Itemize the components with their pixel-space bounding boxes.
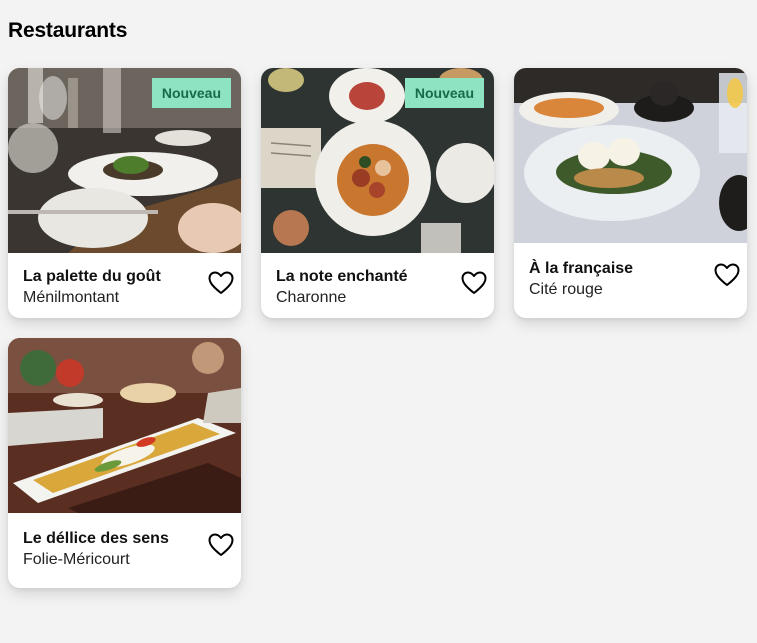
heart-outline-icon[interactable] (714, 263, 740, 287)
restaurant-photo (8, 338, 241, 513)
restaurant-info: La note enchanté Charonne (261, 253, 494, 318)
restaurant-photo-image (514, 68, 747, 243)
restaurant-area: Ménilmontant (23, 289, 120, 306)
restaurant-info: La palette du goût Ménilmontant (8, 253, 241, 318)
restaurants-page: Restaurants Nouveau La palette du goût M… (0, 0, 757, 643)
restaurant-area: Folie-Méricourt (23, 551, 130, 568)
new-badge: Nouveau (404, 78, 484, 108)
restaurant-info: Le déllice des sens Folie-Méricourt (8, 513, 241, 588)
restaurant-photo-image (8, 338, 241, 513)
restaurant-name: La note enchanté (276, 268, 408, 285)
restaurant-grid: Nouveau La palette du goût Ménilmontant (8, 68, 747, 588)
restaurant-photo: Nouveau (8, 68, 241, 253)
restaurant-name: Le déllice des sens (23, 530, 169, 547)
restaurant-area: Cité rouge (529, 281, 603, 298)
heart-outline-icon[interactable] (208, 271, 234, 295)
restaurant-name: À la française (529, 260, 634, 277)
restaurant-photo (514, 68, 747, 243)
heart-outline-icon[interactable] (208, 533, 234, 557)
new-badge: Nouveau (151, 78, 231, 108)
restaurant-area: Charonne (276, 289, 347, 306)
restaurant-card[interactable]: Nouveau La palette du goût Ménilmontant (8, 68, 241, 318)
restaurant-card[interactable]: Nouveau La note enchanté Charonne (261, 68, 494, 318)
restaurant-card[interactable]: Le déllice des sens Folie-Méricourt (8, 338, 241, 588)
heart-outline-icon[interactable] (461, 271, 487, 295)
restaurant-card[interactable]: À la française Cité rouge (514, 68, 747, 318)
restaurant-name: La palette du goût (23, 268, 161, 285)
page-title: Restaurants (8, 19, 128, 42)
restaurant-info: À la française Cité rouge (514, 243, 747, 318)
restaurant-photo: Nouveau (261, 68, 494, 253)
